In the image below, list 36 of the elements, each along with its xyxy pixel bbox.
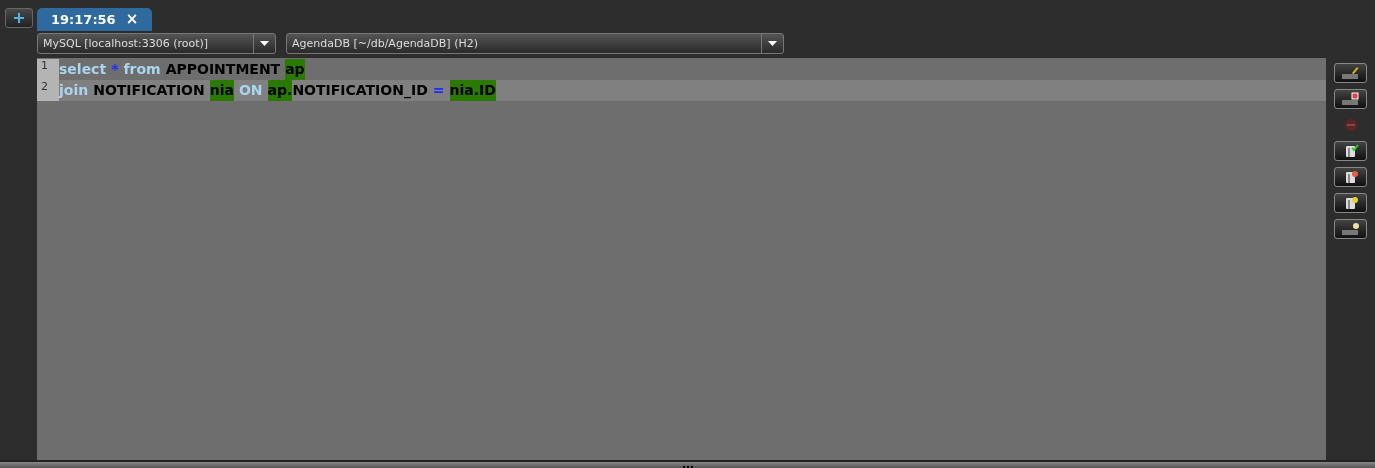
sql-stop-icon bbox=[1340, 91, 1361, 107]
splitter-handle[interactable] bbox=[0, 460, 1375, 468]
database-value: AgendaDB [~/db/AgendaDB] (H2) bbox=[291, 36, 479, 52]
code-token: * bbox=[111, 60, 119, 79]
highlighted-code-token: ap. bbox=[267, 80, 293, 101]
code-token: join bbox=[59, 81, 89, 100]
highlighted-code-token: ap bbox=[285, 59, 305, 80]
caret-icon bbox=[260, 41, 269, 46]
toolbar-button[interactable] bbox=[1334, 141, 1367, 161]
caret-icon bbox=[768, 41, 777, 46]
toolbar-button[interactable] bbox=[1334, 167, 1367, 187]
toolbar-button[interactable] bbox=[1334, 89, 1367, 109]
query-tab[interactable]: 19:17:56 × bbox=[37, 8, 153, 31]
code-token: from bbox=[123, 60, 161, 79]
database-dropdown[interactable]: AgendaDB [~/db/AgendaDB] (H2) bbox=[286, 33, 784, 54]
code-token: = bbox=[432, 81, 445, 100]
code-token: select bbox=[59, 60, 107, 79]
code-token: NOTIFICATION_ID bbox=[292, 81, 428, 101]
line-number: 2 bbox=[37, 80, 59, 101]
sql-light-icon bbox=[1340, 221, 1361, 237]
code-token: APPOINTMENT bbox=[165, 60, 281, 79]
connection-value: MySQL [localhost:3306 (root)] bbox=[42, 36, 210, 52]
code-token: NOTIFICATION bbox=[93, 81, 205, 100]
highlighted-code-token: nia bbox=[209, 80, 234, 101]
sql-editor[interactable]: 1 select * from APPOINTMENT ap 2 join NOTIFICATION nia ON ap.NOTIFICATION_ID = nia.ID bbox=[37, 58, 1326, 460]
highlighted-code-token: nia.ID bbox=[449, 80, 496, 101]
connection-dropdown[interactable]: MySQL [localhost:3306 (root)] bbox=[37, 33, 276, 54]
tab-label: 19:17:56 bbox=[51, 10, 116, 29]
toolbar-button[interactable] bbox=[1334, 219, 1367, 239]
toolbar-button[interactable] bbox=[1334, 193, 1367, 213]
code-token: ON bbox=[238, 81, 263, 100]
close-tab-button[interactable]: × bbox=[125, 8, 139, 31]
sql-pencil-icon bbox=[1340, 65, 1361, 81]
add-tab-button[interactable] bbox=[5, 8, 33, 28]
line-number: 1 bbox=[37, 59, 59, 80]
plus-icon bbox=[14, 13, 24, 23]
